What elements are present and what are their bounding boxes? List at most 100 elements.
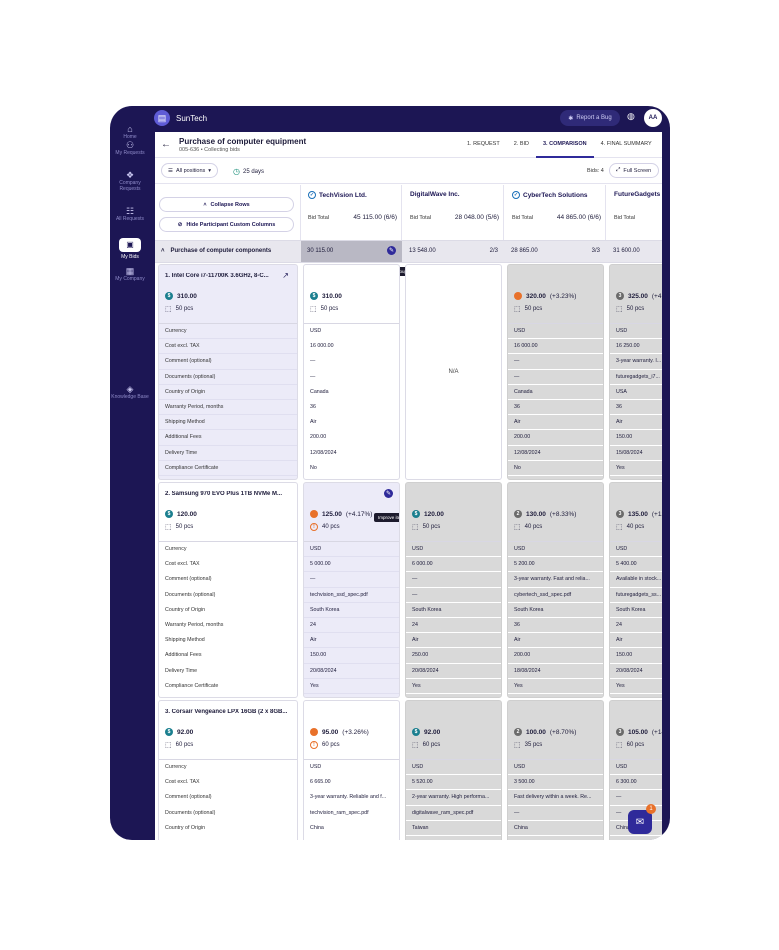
- price-indicator-icon: $: [310, 292, 318, 300]
- item-price-value: 92.00: [177, 728, 194, 736]
- offer-quantity-value: 50 pcs: [626, 306, 645, 312]
- field-label-list: Currency Cost excl. TAX Comment (optional)…: [159, 759, 297, 840]
- offer-quantity-value: 50 pcs: [422, 524, 441, 530]
- field-value: 6 000.00: [406, 557, 501, 573]
- tab-bid[interactable]: 2. BID: [507, 132, 536, 158]
- improve-item-tooltip: Improve item: [374, 513, 399, 522]
- report-bug-button[interactable]: ✱ Report a Bug: [560, 110, 620, 126]
- field-value: China: [508, 821, 603, 836]
- sidebar-item-my-bids[interactable]: ▣ My Bids: [110, 238, 150, 260]
- group-row[interactable]: ˄ Purchase of computer components 30 115…: [155, 240, 662, 276]
- not-available-label: N/A: [448, 369, 459, 375]
- field-value: 24: [508, 836, 603, 841]
- offer-price-value: 92.00: [424, 728, 441, 736]
- positions-dropdown[interactable]: ☰ All positions ▾: [161, 163, 219, 178]
- offer-price-delta: (+3.23%): [549, 292, 577, 300]
- field-value: 2-year warranty. High performa...: [406, 790, 501, 806]
- offer-card[interactable]: $120.00 ⬚ 50 pcs USD 6 000.00— — South Korea 24…: [405, 482, 502, 698]
- bid-total-value: 44 865.00 (6/6): [556, 214, 601, 221]
- offer-quantity: ⬚ 50 pcs: [310, 305, 338, 313]
- back-arrow-icon[interactable]: ←: [161, 139, 171, 150]
- offer-price-delta: (+8.70%): [549, 728, 577, 736]
- hide-columns-button[interactable]: ⊘ Hide Participant Custom Columns: [159, 217, 294, 232]
- sidebar-item-knowledge-base[interactable]: ◈ Knowledge Base: [110, 385, 150, 401]
- field-value: 24: [406, 618, 501, 634]
- offer-quantity: ! 60 pcs: [310, 741, 340, 749]
- offer-quantity-value: 40 pcs: [524, 524, 543, 530]
- offer-field-values: USD 5 400.00 Available in stock... futurega…: [610, 541, 662, 694]
- field-value: digitalwave_ram_spec.pdf: [406, 806, 501, 821]
- item-summary: 3. Corsair Vengeance LPX 16GB (2 x 8GB..…: [159, 701, 297, 759]
- package-icon: ⬚: [514, 742, 521, 749]
- offer-quantity-value: 60 pcs: [322, 742, 340, 748]
- group-title: ˄ Purchase of computer components: [161, 241, 271, 262]
- offer-price-value: 95.00: [322, 728, 339, 736]
- offer-card[interactable]: 3 135.00(+12... ⬚40 pcs USD5 400.00Availabl…: [609, 482, 662, 698]
- sidebar-item-my-requests[interactable]: ⚇ My Requests: [110, 141, 150, 157]
- offer-card[interactable]: N/A: [405, 264, 502, 480]
- offer-card[interactable]: 320.00 (+3.23%) ⬚ 50 pcs USD 16 000.00— — Canad…: [507, 264, 604, 480]
- sidebar-item-my-company[interactable]: ▦ My Company: [110, 267, 150, 283]
- supplier-name[interactable]: ✓ CyberTech Solutions: [512, 191, 588, 199]
- field-value: No: [508, 461, 603, 476]
- full-screen-button[interactable]: ⤢ Full Screen: [609, 163, 659, 178]
- item-quantity: ⬚ 60 pcs: [165, 741, 193, 749]
- open-item-arrow-icon[interactable]: ↗: [282, 271, 289, 280]
- field-value: 200.00: [508, 430, 603, 446]
- bids-count: Bids: 4: [587, 168, 604, 174]
- price-indicator-icon: 3: [616, 292, 624, 300]
- bug-icon: ✱: [568, 115, 574, 122]
- field-value: Canada: [508, 385, 603, 400]
- item-name[interactable]: 2. Samsung 970 EVO Plus 1TB NVMe M...: [165, 491, 290, 497]
- supplier-name[interactable]: FutureGadgets C: [614, 191, 662, 198]
- group-total-value: 13 548.00: [409, 248, 436, 254]
- price-indicator-icon: $: [412, 728, 420, 736]
- item-summary: 2. Samsung 970 EVO Plus 1TB NVMe M... $12…: [159, 483, 297, 541]
- field-value: techvision_ram_spec.pdf: [304, 806, 399, 821]
- warning-icon: !: [310, 741, 318, 749]
- item-quantity-value: 50 pcs: [175, 524, 194, 530]
- price-indicator-icon: $: [165, 728, 173, 736]
- eye-off-icon: ⊘: [177, 221, 183, 228]
- item-name[interactable]: 3. Corsair Vengeance LPX 16GB (2 x 8GB..…: [165, 709, 290, 715]
- offer-card[interactable]: 2 100.00 (+8.70%) ⬚ 35 pcs USD 3 500.00 Fast de…: [507, 700, 604, 840]
- package-icon: ⬚: [310, 306, 317, 313]
- avatar[interactable]: AA: [644, 109, 662, 127]
- offer-price: 2 130.00 (+8.33%): [514, 510, 576, 518]
- offer-card[interactable]: 2 130.00 (+8.33%) ⬚ 40 pcs USD 5 200.00 3-year …: [507, 482, 604, 698]
- sidebar-item-label: Knowledge Base: [111, 394, 149, 400]
- group-total-cell: 28 865.00 3/3: [505, 241, 606, 262]
- all-requests-icon: ☷: [125, 206, 135, 216]
- offer-price: $310.00: [310, 292, 346, 300]
- improve-item-button[interactable]: ✎: [384, 489, 393, 498]
- tab-final-summary[interactable]: 4. FINAL SUMMARY: [594, 132, 659, 158]
- tab-request[interactable]: 1. REQUEST: [460, 132, 507, 158]
- offer-card[interactable]: $310.00 ⬚ 50 pcs USD 16 000.00— — Canada 36 Air 2…: [303, 264, 400, 480]
- offer-card[interactable]: 125.00(+4.17%)! 40 pcs ✎ Improve item USD5 0…: [303, 482, 400, 698]
- improve-group-button[interactable]: ✎: [387, 246, 396, 255]
- sidebar-item-all-requests[interactable]: ☷ All Requests: [110, 206, 150, 223]
- field-value: 5 000.00: [304, 557, 399, 573]
- tab-comparison[interactable]: 3. COMPARISON: [536, 132, 594, 158]
- field-label: Country of Origin: [159, 821, 297, 836]
- offer-quantity-value: 35 pcs: [524, 742, 543, 748]
- offer-summary: 95.00 (+3.26%)! 60 pcs: [304, 701, 399, 759]
- offer-card[interactable]: 3 325.00(+4... ⬚50 pcs USD16 250.003-year w…: [609, 264, 662, 480]
- field-value: 150.00: [610, 648, 662, 664]
- field-value: USD: [508, 760, 603, 776]
- supplier-name[interactable]: DigitalWave Inc.: [410, 191, 460, 198]
- price-indicator-icon: [310, 728, 318, 736]
- warning-icon: !: [310, 523, 318, 531]
- field-label: Compliance Certificate: [159, 461, 297, 476]
- price-indicator-icon: $: [412, 510, 420, 518]
- offer-card[interactable]: $92.00 ⬚ 60 pcs USD 5 520.00 2-year warranty.…: [405, 700, 502, 840]
- collapse-rows-button[interactable]: ˄ Collapse Rows: [159, 197, 294, 212]
- field-value: USD: [304, 542, 399, 558]
- globe-icon[interactable]: ◍: [627, 111, 635, 122]
- offer-card[interactable]: 95.00 (+3.26%)! 60 pcs USD 6 665.00 3-year wa…: [303, 700, 400, 840]
- field-value: cybertech_ssd_spec.pdf: [508, 588, 603, 603]
- sidebar-item-company-requests[interactable]: ❖ Company Requests: [110, 171, 150, 193]
- supplier-name[interactable]: ✓ TechVision Ltd.: [308, 191, 367, 199]
- item-name[interactable]: 1. Intel Core i7-11700K 3.6GHz, 8-C...: [165, 273, 290, 279]
- step-tabs: 1. REQUEST 2. BID 3. COMPARISON 4. FINAL…: [460, 132, 659, 158]
